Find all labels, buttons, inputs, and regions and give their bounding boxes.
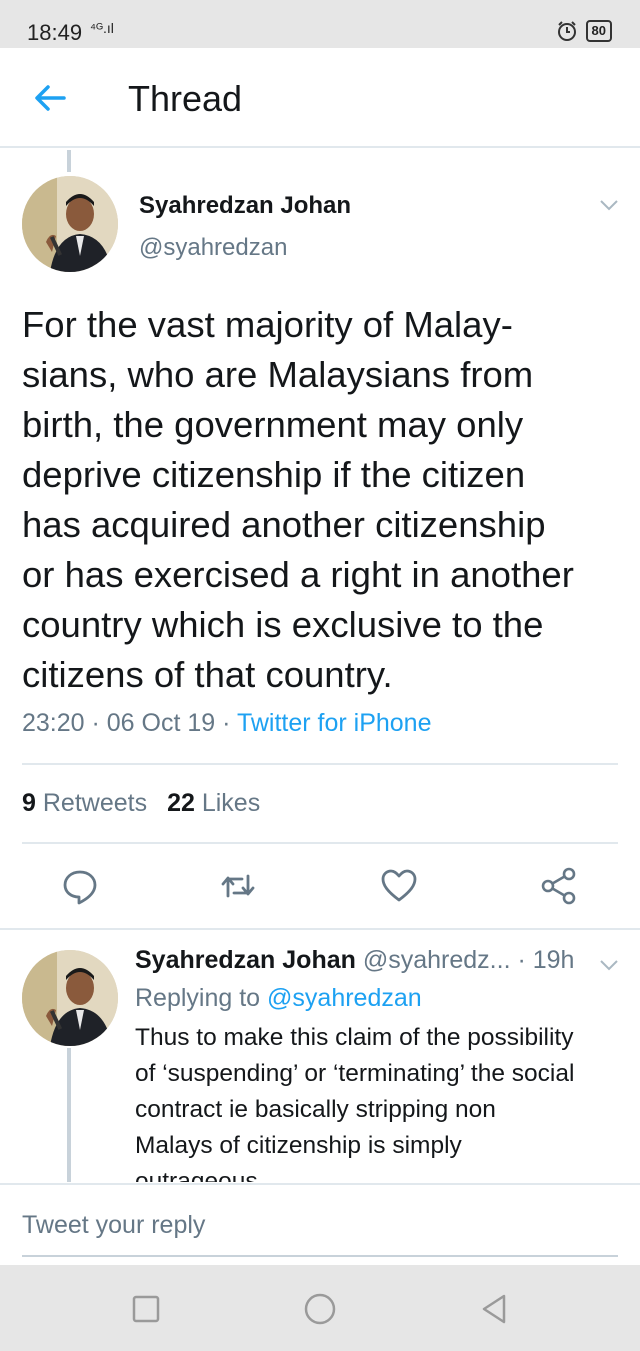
chevron-down-icon [600,960,618,971]
reply-time: 19h [532,946,575,974]
input-underline [22,1255,618,1257]
reply-button[interactable] [60,866,100,906]
back-nav-button[interactable] [476,1291,512,1327]
tweet-text-line: For the vast majority of Malay- [22,304,513,345]
reply-header: Syahredzan Johan @syahredz... · 19h [135,946,575,974]
reply-author-name[interactable]: Syahredzan Johan [135,946,356,974]
retweet-button[interactable] [218,866,258,906]
tweet-text: For the vast majority of Malay- sians, w… [22,300,622,700]
tweet-text-line: citizens of that country. [22,654,393,695]
share-icon [541,867,576,905]
reply-menu-button[interactable] [598,954,620,976]
retweets-count: 9 [22,789,36,817]
tweet-time: 23:20 [22,709,85,737]
replying-to: Replying to @syahredzan [135,984,422,1013]
battery-indicator: 80 [585,20,612,42]
recents-button[interactable] [128,1291,164,1327]
profile-photo [22,176,118,272]
reply-author-handle[interactable]: @syahredz... [363,946,511,974]
reply-text: Thus to make this claim of the possibili… [135,1020,625,1182]
tweet-date: 06 Oct 19 [106,709,216,737]
profile-photo [22,950,118,1046]
app-header: Thread [0,48,640,148]
author-name[interactable]: Syahredzan Johan [139,192,351,220]
divider [22,763,618,765]
author-handle[interactable]: @syahredzan [139,234,287,262]
likes-label: Likes [201,789,261,817]
compose-bar: Tweet your reply [0,1183,640,1265]
divider [22,842,618,844]
tweet-meta: 23:20 · 06 Oct 19 · Twitter for iPhone [22,709,432,737]
like-icon [381,869,417,902]
back-button[interactable] [30,78,70,118]
tweet-text-line: deprive citizenship if the citizen [22,454,526,495]
home-button[interactable] [302,1291,338,1327]
chevron-down-icon [600,200,618,211]
tweet-source-link[interactable]: Twitter for iPhone [237,709,432,737]
tweet-text-line: has acquired another citizenship [22,504,546,545]
page-title: Thread [128,78,243,119]
reply-text-line: of ‘suspending’ or ‘terminating’ the soc… [135,1060,575,1087]
like-button[interactable] [379,866,419,906]
system-nav-bar [0,1265,640,1351]
arrow-left-icon [35,85,66,111]
share-button[interactable] [539,866,579,906]
tweet-text-line: or has exercised a right in another [22,554,574,595]
reply-icon [63,870,97,905]
retweets-label: Retweets [42,789,148,817]
reply-avatar[interactable] [22,950,118,1046]
square-icon [132,1295,160,1323]
circle-icon [304,1293,336,1325]
reply-text-line: contract ie basically stripping non [135,1096,496,1123]
replying-prefix: Replying to [135,984,261,1012]
retweets-stat[interactable]: 9 Retweets [22,789,147,818]
tweet-stats: 9 Retweets 22 Likes [22,789,260,818]
avatar[interactable] [22,176,118,272]
thread-connector [67,1048,71,1182]
alarm-icon [557,21,576,41]
reply-text-line: Malays of citizenship is simply [135,1132,462,1159]
likes-count: 22 [167,789,195,817]
signal-icon: ⁴ᴳ.ıl [90,20,114,36]
triangle-back-icon [482,1294,506,1324]
tweet-text-line: country which is exclusive to the [22,604,544,645]
retweet-icon [221,874,255,898]
likes-stat[interactable]: 22 Likes [167,789,260,818]
thread-connector [67,150,71,172]
tweet-text-line: birth, the government may only [22,404,524,445]
reply-input[interactable]: Tweet your reply [22,1211,205,1240]
status-right: 80 [556,20,612,42]
status-time: 18:49 [27,20,83,45]
tweet-menu-button[interactable] [598,194,620,216]
replying-handle-link[interactable]: @syahredzan [267,984,422,1012]
reply-text-line: outrageous [135,1168,258,1182]
tweet-text-line: sians, who are Malaysians from [22,354,534,395]
reply-text-line: Thus to make this claim of the possibili… [135,1024,574,1051]
divider [0,928,640,930]
